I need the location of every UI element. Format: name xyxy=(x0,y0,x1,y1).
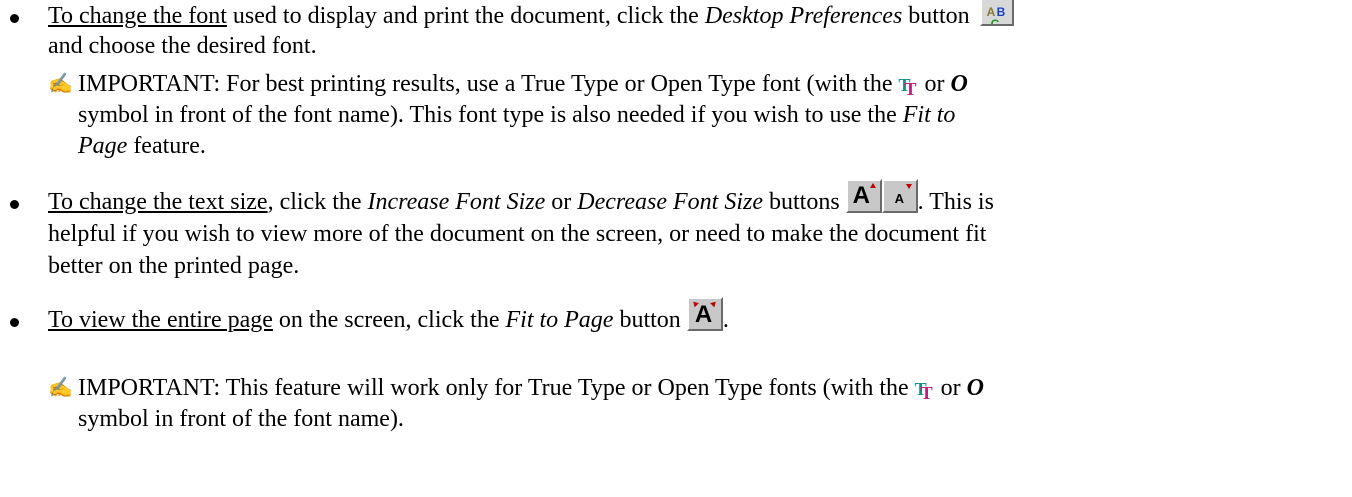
item-line: and choose the desired font. xyxy=(48,30,317,62)
text-run: better on the printed page. xyxy=(48,253,300,279)
bullet-icon xyxy=(10,318,19,327)
note-line: symbol in front of the font name). This … xyxy=(78,99,955,131)
emphasis-text: Desktop Preferences xyxy=(704,3,903,29)
truetype-font-icon: TT xyxy=(914,379,933,403)
text-run: IMPORTANT: This feature will work only f… xyxy=(78,375,915,401)
text-run: and choose the desired font. xyxy=(48,33,317,59)
text-run: . xyxy=(722,307,729,333)
topic-link-change-font[interactable]: To change the font xyxy=(48,3,227,29)
text-run: . This is xyxy=(917,189,994,215)
emphasis-text: Increase Font Size xyxy=(367,189,546,215)
text-run: button xyxy=(613,307,687,333)
emphasis-text: Fit to Page xyxy=(505,307,614,333)
text-run: or xyxy=(545,189,578,215)
emphasis-text: Page xyxy=(78,133,128,159)
fit-to-page-icon[interactable]: A xyxy=(686,297,723,332)
desktop-preferences-icon[interactable]: ABC xyxy=(979,0,1014,27)
note-line: IMPORTANT: For best printing results, us… xyxy=(78,68,968,100)
topic-link-change-text-size[interactable]: To change the text size xyxy=(48,189,268,215)
text-run: button xyxy=(902,3,970,29)
writing-hand-icon: ✍ xyxy=(48,73,73,95)
increase-font-size-icon[interactable]: A xyxy=(845,179,882,214)
text-run: buttons xyxy=(762,189,846,215)
item-line: To change the text size, click the Incre… xyxy=(48,179,994,218)
opentype-font-icon: O xyxy=(966,375,985,401)
note-line: IMPORTANT: This feature will work only f… xyxy=(78,372,985,404)
text-run: or xyxy=(918,71,951,97)
decrease-font-size-icon[interactable]: A xyxy=(881,179,918,214)
truetype-font-icon: TT xyxy=(898,75,917,99)
text-run: on the screen, click the xyxy=(272,307,506,333)
bullet-icon xyxy=(10,200,19,209)
writing-hand-icon: ✍ xyxy=(48,377,73,399)
text-run: , click the xyxy=(267,189,368,215)
note-line: symbol in front of the font name). xyxy=(78,403,404,435)
text-run: symbol in front of the font name). xyxy=(78,406,404,432)
text-run: or xyxy=(934,375,967,401)
text-run: feature. xyxy=(127,133,206,159)
text-run: used to display and print the document, … xyxy=(226,3,705,29)
note-line: Page feature. xyxy=(78,130,206,162)
text-run: symbol in front of the font name). This … xyxy=(78,102,903,128)
item-line: To view the entire page on the screen, c… xyxy=(48,297,729,336)
emphasis-text: Fit to xyxy=(902,102,956,128)
emphasis-text: Decrease Font Size xyxy=(577,189,763,215)
text-run: IMPORTANT: For best printing results, us… xyxy=(78,71,899,97)
opentype-font-icon: O xyxy=(950,71,968,97)
text-run: helpful if you wish to view more of the … xyxy=(48,221,987,247)
bullet-icon xyxy=(10,14,19,23)
item-line: To change the font used to display and p… xyxy=(48,0,1014,32)
topic-link-view-entire-page[interactable]: To view the entire page xyxy=(48,307,273,333)
item-line: better on the printed page. xyxy=(48,250,299,282)
item-line: helpful if you wish to view more of the … xyxy=(48,218,986,250)
